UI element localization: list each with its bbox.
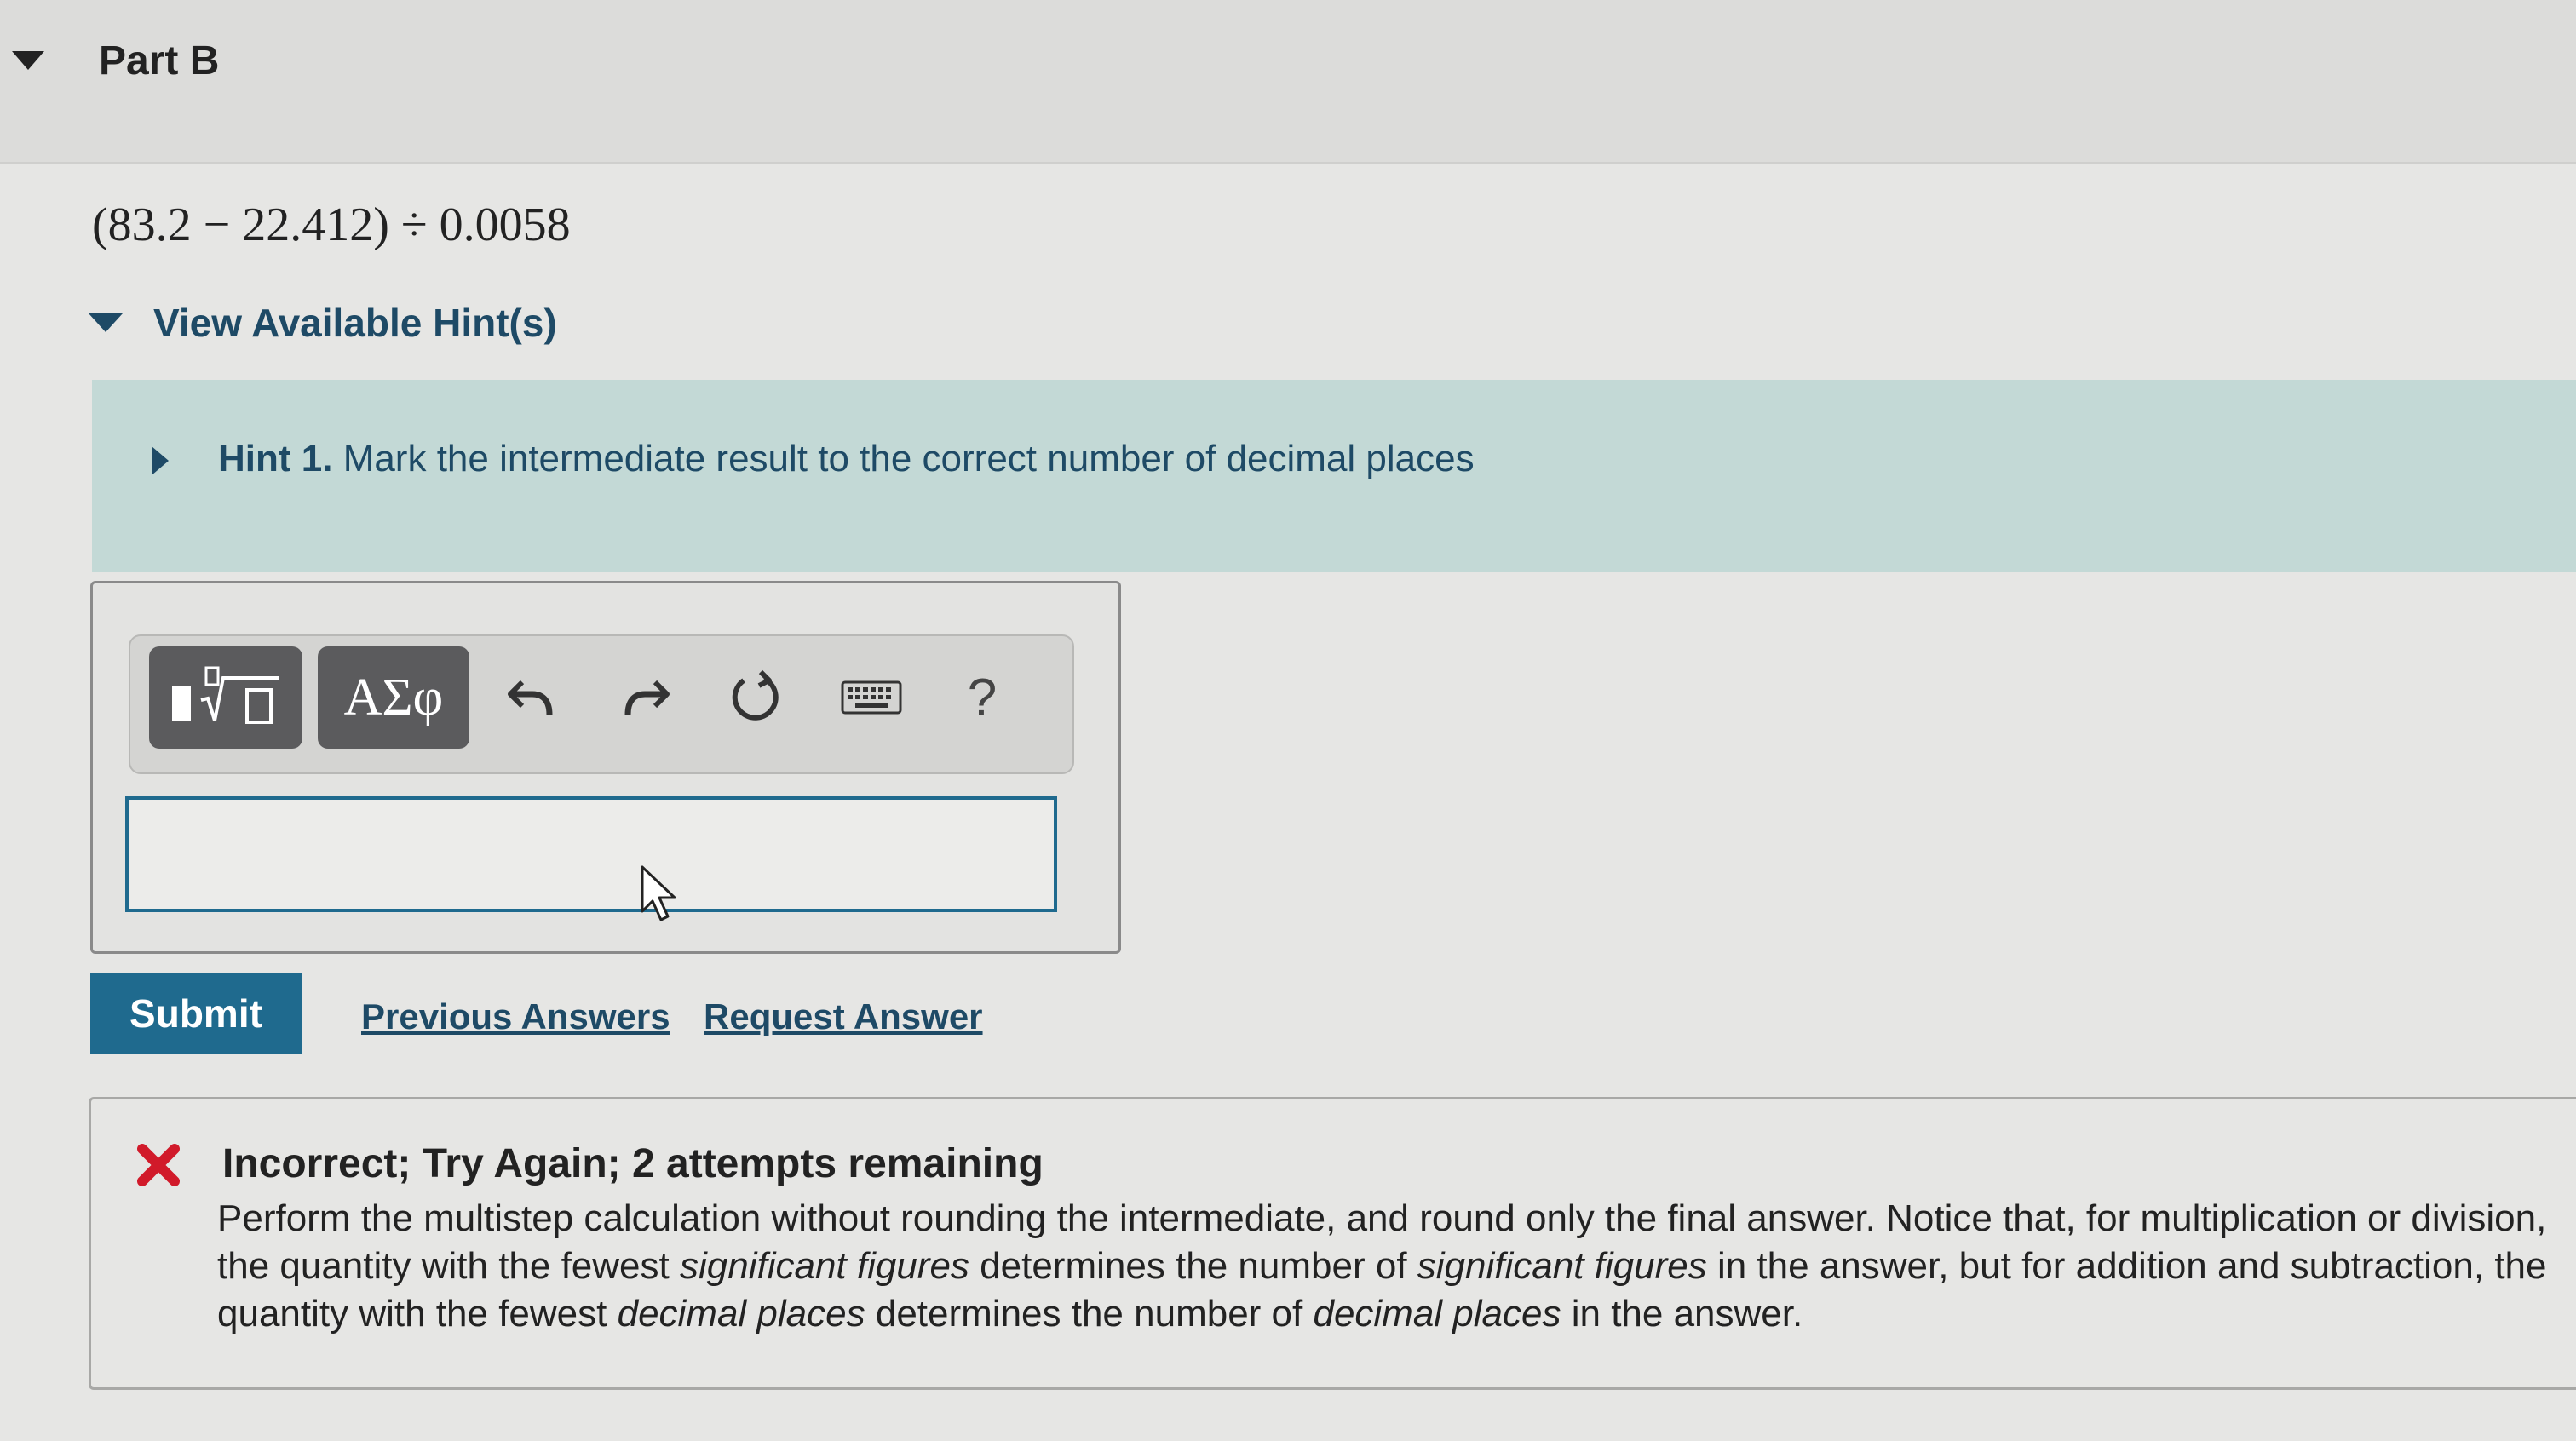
keyboard-button[interactable] (829, 657, 914, 738)
part-title: Part B (99, 38, 220, 83)
hint-text: Mark the intermediate result to the corr… (342, 438, 1475, 479)
templates-icon (172, 666, 279, 724)
previous-answers-link[interactable]: Previous Answers (361, 996, 670, 1037)
redo-button[interactable] (604, 657, 689, 738)
feedback-emphasis: decimal places (1313, 1293, 1561, 1335)
feedback-text: determines the number of (969, 1245, 1417, 1287)
caret-right-icon[interactable] (152, 446, 169, 475)
templates-button[interactable] (149, 646, 302, 749)
view-hints-label: View Available Hint(s) (153, 301, 557, 345)
question-equation: (83.2 − 22.412) ÷ 0.0058 (92, 198, 571, 251)
feedback-emphasis: significant figures (1417, 1245, 1707, 1287)
feedback-text: determines the number of (865, 1293, 1314, 1335)
hint-panel: Hint 1. Mark the intermediate result to … (92, 380, 2576, 572)
feedback-body: Perform the multistep calculation withou… (217, 1195, 2576, 1338)
collapse-caret-icon[interactable] (12, 51, 44, 70)
feedback-text: in the answer. (1561, 1293, 1803, 1335)
reset-icon (732, 669, 779, 720)
reset-button[interactable] (713, 657, 798, 738)
answer-box: ΑΣφ ? (90, 581, 1121, 954)
feedback-emphasis: decimal places (617, 1293, 865, 1335)
part-header[interactable]: Part B (0, 0, 2576, 164)
undo-button[interactable] (488, 657, 573, 738)
answer-input[interactable] (125, 796, 1057, 912)
feedback-title: Incorrect; Try Again; 2 attempts remaini… (222, 1141, 1044, 1186)
mouse-cursor-icon (641, 865, 676, 921)
keyboard-icon (841, 680, 902, 715)
math-toolbar: ΑΣφ ? (129, 634, 1074, 774)
submit-button[interactable]: Submit (90, 973, 302, 1054)
hint-1[interactable]: Hint 1. Mark the intermediate result to … (218, 438, 1475, 480)
request-answer-link[interactable]: Request Answer (704, 996, 983, 1037)
hint-number: Hint 1. (218, 438, 333, 479)
caret-down-icon (89, 313, 123, 332)
redo-icon (624, 680, 670, 715)
undo-icon (508, 680, 553, 715)
feedback-emphasis: significant figures (679, 1245, 969, 1287)
view-hints-toggle[interactable]: View Available Hint(s) (89, 300, 557, 346)
help-button[interactable]: ? (940, 657, 1025, 738)
feedback-panel: Incorrect; Try Again; 2 attempts remaini… (89, 1097, 2576, 1390)
incorrect-x-icon (137, 1144, 180, 1186)
greek-symbols-button[interactable]: ΑΣφ (318, 646, 469, 749)
